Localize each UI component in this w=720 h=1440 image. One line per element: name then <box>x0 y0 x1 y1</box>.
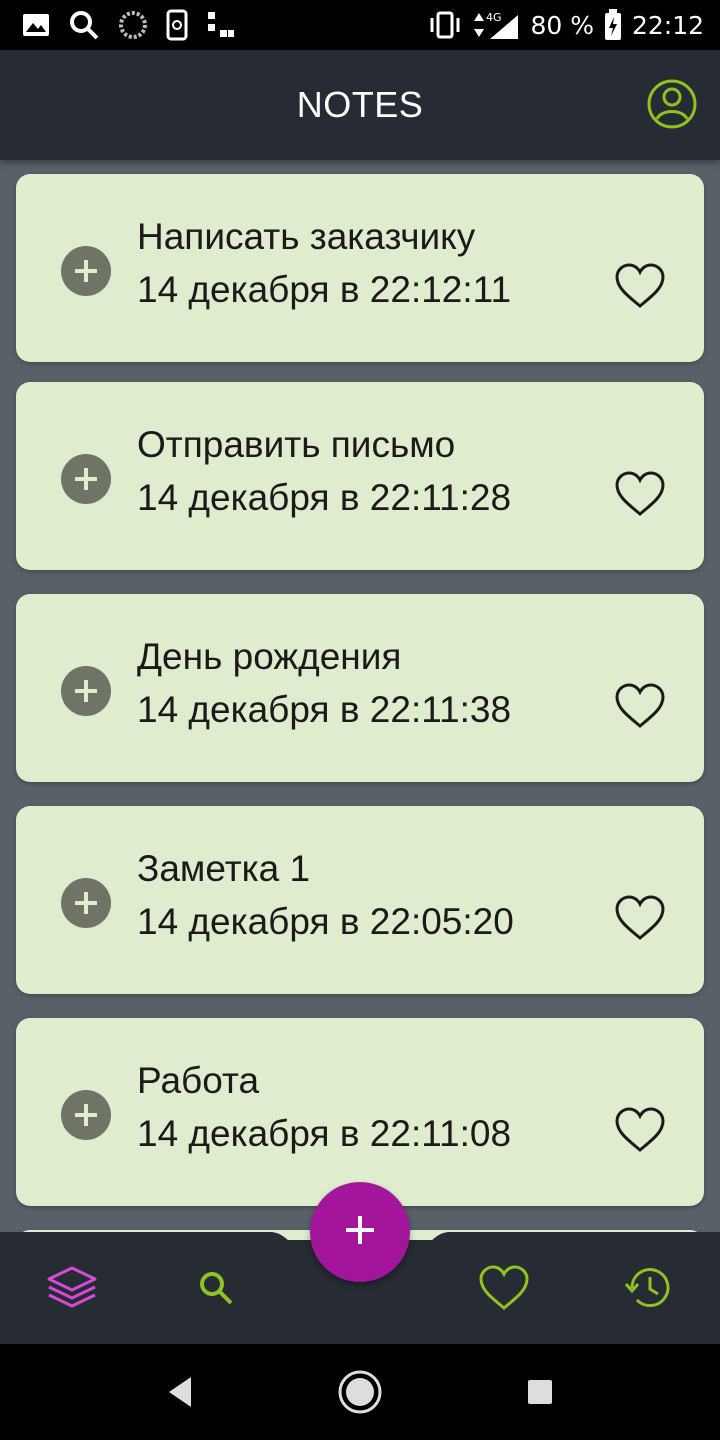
nav-search-icon[interactable] <box>188 1264 244 1312</box>
nav-notes-layers-icon[interactable] <box>44 1264 100 1312</box>
note-card[interactable]: Написать заказчику 14 декабря в 22:12:11 <box>16 174 704 362</box>
note-title: Отправить письмо <box>137 424 456 465</box>
signal-icon: 4G <box>472 9 520 41</box>
svg-text:4G: 4G <box>486 11 502 24</box>
nav-heart-icon[interactable] <box>476 1264 532 1312</box>
vibrate-icon <box>428 10 462 40</box>
plus-icon <box>343 1213 377 1252</box>
screenshot-icon <box>166 9 188 41</box>
note-card[interactable]: День рождения 14 декабря в 22:11:38 <box>16 594 704 782</box>
system-nav-bar <box>0 1344 720 1440</box>
add-circle-icon[interactable] <box>61 454 111 504</box>
status-bar: 4G 80 % 22:12 <box>0 0 720 50</box>
home-icon[interactable] <box>334 1366 386 1418</box>
clock: 22:12 <box>631 10 704 40</box>
note-date: 14 декабря в 22:11:08 <box>137 1113 512 1154</box>
note-title: Работа <box>137 1060 260 1101</box>
app-bar: NOTES <box>0 50 720 160</box>
add-circle-icon[interactable] <box>61 1090 111 1140</box>
note-card[interactable]: Отправить письмо 14 декабря в 22:11:28 <box>16 382 704 570</box>
note-date: 14 декабря в 22:11:28 <box>137 477 512 518</box>
account-circle-icon[interactable] <box>646 78 698 130</box>
note-title: Заметка 1 <box>137 848 311 889</box>
back-icon[interactable] <box>154 1366 206 1418</box>
add-circle-icon[interactable] <box>61 246 111 296</box>
image-icon <box>22 13 50 37</box>
heart-icon[interactable] <box>614 1106 666 1154</box>
heart-icon[interactable] <box>614 262 666 310</box>
battery-percent: 80 % <box>530 10 594 40</box>
heart-icon[interactable] <box>614 470 666 518</box>
battery-icon <box>604 9 622 41</box>
note-card[interactable]: Работа 14 декабря в 22:11:08 <box>16 1018 704 1206</box>
add-circle-icon[interactable] <box>61 878 111 928</box>
nav-history-icon[interactable] <box>620 1264 676 1312</box>
recents-icon[interactable] <box>514 1366 566 1418</box>
dots-icon <box>206 10 236 40</box>
note-title: Написать заказчику <box>137 216 476 257</box>
heart-icon[interactable] <box>614 894 666 942</box>
note-date: 14 декабря в 22:11:38 <box>137 689 512 730</box>
add-note-button[interactable] <box>310 1182 410 1282</box>
search-icon <box>68 9 100 41</box>
note-card[interactable]: Заметка 1 14 декабря в 22:05:20 <box>16 806 704 994</box>
note-date: 14 декабря в 22:12:11 <box>137 269 512 310</box>
note-title: День рождения <box>137 636 402 677</box>
add-circle-icon[interactable] <box>61 666 111 716</box>
sync-icon <box>118 10 148 40</box>
heart-icon[interactable] <box>614 682 666 730</box>
note-date: 14 декабря в 22:05:20 <box>137 901 514 942</box>
page-title: NOTES <box>296 84 424 125</box>
notes-list[interactable]: Написать заказчику 14 декабря в 22:12:11… <box>0 160 720 1232</box>
